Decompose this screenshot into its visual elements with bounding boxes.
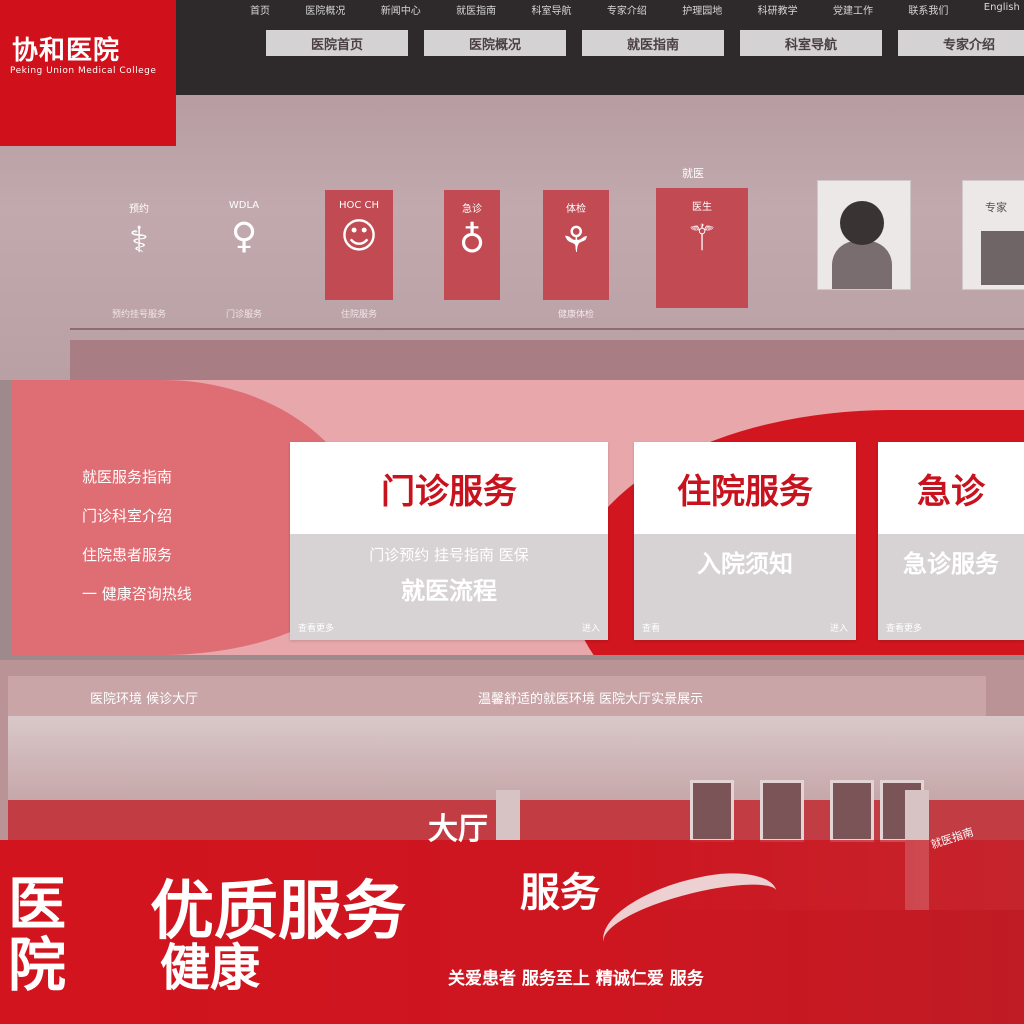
hall-window xyxy=(760,780,804,842)
nav-item-experts[interactable]: 专家介绍 xyxy=(898,30,1024,56)
utility-link[interactable]: 护理园地 xyxy=(682,2,722,17)
expert-photo[interactable]: 专家 xyxy=(962,180,1024,290)
caduceus-icon: ⚕ xyxy=(129,220,149,261)
card-more-link[interactable]: 查看更多 xyxy=(886,621,922,634)
utility-link[interactable]: 科研教学 xyxy=(758,2,798,17)
utility-link[interactable]: 科室导航 xyxy=(532,2,572,17)
card-title: 急诊 xyxy=(917,471,985,512)
hall-section: 医院环境 候诊大厅 温馨舒适的就医环境 医院大厅实景展示 医院 优质服务 健康 … xyxy=(0,660,1024,1024)
card-body: 入院须知 查看 进入 xyxy=(634,534,856,640)
utility-link[interactable]: English xyxy=(984,2,1020,16)
service-icon-label: 预约 xyxy=(129,204,149,215)
card-body: 急诊服务 查看更多 xyxy=(878,534,1024,640)
service-icon-caption: 预约挂号服务 xyxy=(111,310,167,320)
face-icon: ☺ xyxy=(340,216,378,257)
banner-tag: 就医 xyxy=(682,167,704,180)
service-icon-label: 体检 xyxy=(566,204,586,215)
utility-bar: 首页 医院概况 新闻中心 就医指南 科室导航 专家介绍 护理园地 科研教学 党建… xyxy=(250,2,1020,17)
utility-link[interactable]: 就医指南 xyxy=(456,2,496,17)
card-more-link[interactable]: 查看 xyxy=(642,621,660,634)
card-highlight: 入院须知 xyxy=(697,550,793,578)
hall-heading-second: 健康 xyxy=(160,938,260,997)
hall-slogan: 关爱患者 服务至上 精诚仁爱 服务 xyxy=(448,969,704,989)
female-icon: ♀ xyxy=(230,216,258,257)
globe-icon: ♁ xyxy=(458,220,486,261)
card-more-link[interactable]: 查看更多 xyxy=(298,621,334,634)
card-footer: 查看更多 xyxy=(886,621,1016,634)
person-body xyxy=(832,241,892,289)
banner-base xyxy=(70,340,1024,380)
service-icon-caption: 健康体检 xyxy=(557,310,595,320)
utility-link[interactable]: 首页 xyxy=(250,2,270,17)
service-section: 就医服务指南 门诊科室介绍 住院患者服务 一 健康咨询热线 门诊服务 门诊预约 … xyxy=(12,380,1024,655)
utility-link[interactable]: 党建工作 xyxy=(833,2,873,17)
card-enter-link[interactable]: 进入 xyxy=(582,621,600,634)
hall-mid-label: 大厅 xyxy=(428,812,488,847)
hall-caption-right: 温馨舒适的就医环境 医院大厅实景展示 xyxy=(478,692,704,707)
photo-figure xyxy=(981,231,1024,285)
card-highlight: 就医流程 xyxy=(401,577,497,605)
card-title: 住院服务 xyxy=(677,471,813,512)
service-list: 就医服务指南 门诊科室介绍 住院患者服务 一 健康咨询热线 xyxy=(82,466,282,622)
person-head xyxy=(840,201,884,245)
service-list-item[interactable]: 住院患者服务 xyxy=(82,544,282,565)
card-highlight: 急诊服务 xyxy=(903,550,999,578)
service-icon-card[interactable]: 预约 ⚕ 预约挂号服务 xyxy=(100,190,178,320)
staff-icon: ⚚ xyxy=(685,218,719,259)
hall-window xyxy=(830,780,874,842)
hall-right-label: 服务 xyxy=(520,870,600,916)
service-icon-label: 急诊 xyxy=(462,204,482,215)
card-body: 门诊预约 挂号指南 医保 就医流程 查看更多 进入 xyxy=(290,534,608,640)
card-description: 门诊预约 挂号指南 医保 xyxy=(369,546,529,564)
hall-heading-left: 医院 xyxy=(8,870,67,999)
service-icon-card[interactable]: 医生 ⚚ xyxy=(656,188,748,308)
service-list-item[interactable]: 就医服务指南 xyxy=(82,466,282,487)
service-icon-label: 医生 xyxy=(692,202,712,213)
service-icon-label: WDLA xyxy=(228,200,260,211)
service-card-emergency[interactable]: 急诊 急诊服务 查看更多 xyxy=(878,442,1024,640)
nav-item-home[interactable]: 医院首页 xyxy=(266,30,408,56)
main-nav: 医院首页 医院概况 就医指南 科室导航 专家介绍 xyxy=(266,30,1024,56)
service-list-item[interactable]: 门诊科室介绍 xyxy=(82,505,282,526)
nav-item-departments[interactable]: 科室导航 xyxy=(740,30,882,56)
card-footer: 查看更多 进入 xyxy=(298,621,600,634)
card-footer: 查看 进入 xyxy=(642,621,848,634)
site-logo[interactable]: 协和医院 Peking Union Medical College xyxy=(0,0,176,146)
utility-link[interactable]: 医院概况 xyxy=(305,2,345,17)
flower-icon: ⚘ xyxy=(559,220,593,261)
logo-subtitle: Peking Union Medical College xyxy=(10,66,157,76)
hall-window xyxy=(690,780,734,842)
service-card-outpatient[interactable]: 门诊服务 门诊预约 挂号指南 医保 就医流程 查看更多 进入 xyxy=(290,442,608,640)
service-icon-card[interactable]: WDLA ♀ 门诊服务 xyxy=(212,190,276,320)
hall-caption-left: 医院环境 候诊大厅 xyxy=(90,692,199,707)
doctor-photo[interactable] xyxy=(817,180,911,290)
service-icon-caption: 住院服务 xyxy=(340,310,378,320)
nav-item-about[interactable]: 医院概况 xyxy=(424,30,566,56)
expert-photo-label: 专家 xyxy=(985,201,1007,214)
service-icon-card[interactable]: 急诊 ♁ xyxy=(444,190,500,300)
card-title: 门诊服务 xyxy=(381,471,517,512)
nav-item-guide[interactable]: 就医指南 xyxy=(582,30,724,56)
utility-link[interactable]: 专家介绍 xyxy=(607,2,647,17)
banner-divider xyxy=(70,328,1024,330)
service-card-inpatient[interactable]: 住院服务 入院须知 查看 进入 xyxy=(634,442,856,640)
service-icon-card[interactable]: 体检 ⚘ 健康体检 xyxy=(543,190,609,320)
service-icon-label: HOC CH xyxy=(338,200,380,211)
utility-link[interactable]: 新闻中心 xyxy=(381,2,421,17)
card-enter-link[interactable]: 进入 xyxy=(830,621,848,634)
service-icon-card[interactable]: HOC CH ☺ 住院服务 xyxy=(325,190,393,320)
service-list-item[interactable]: 一 健康咨询热线 xyxy=(82,583,282,604)
logo-title: 协和医院 xyxy=(12,36,121,66)
service-icon-caption: 门诊服务 xyxy=(225,310,263,320)
utility-link[interactable]: 联系我们 xyxy=(908,2,948,17)
